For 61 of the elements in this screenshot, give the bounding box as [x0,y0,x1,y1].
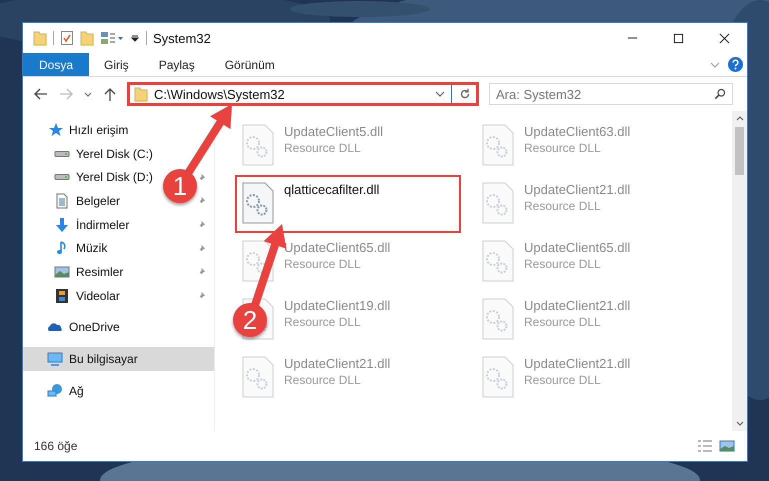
maximize-icon [672,32,684,44]
file-type: Resource DLL [284,315,362,329]
file-type: Resource DLL [524,199,602,213]
sidebar-item[interactable]: Hızlı erişim [47,118,128,142]
ribbon-tab[interactable]: Görünüm [210,53,290,76]
sidebar-item[interactable]: Yerel Disk (C:) [54,142,153,166]
file-type: Resource DLL [524,257,602,271]
ribbon-tab[interactable]: Dosya [23,53,90,76]
dropdown-icon[interactable] [435,89,445,99]
image-icon [54,264,70,280]
sidebar-item[interactable]: Resimler [54,260,124,284]
sidebar-item[interactable]: OneDrive [47,316,120,340]
sidebar-item[interactable]: Ağ [47,378,84,403]
file-type: Resource DLL [524,315,602,329]
search-field[interactable]: Ara: System32 [489,83,733,105]
gear-file-icon [242,356,274,398]
file-type: Resource DLL [284,257,362,271]
sidebar-item[interactable]: Müzik [54,236,108,260]
gear-file-icon [482,240,514,282]
help-icon[interactable] [728,57,743,72]
scroll-thumb[interactable] [735,127,744,175]
sidebar-item[interactable]: İndirmeler [54,212,130,236]
address-bar[interactable]: C:\Windows\System32 [127,82,479,106]
address-path: C:\Windows\System32 [154,86,286,102]
sidebar-item[interactable]: Videolar [54,284,120,308]
view-options-icon[interactable] [100,30,124,46]
window-title: System32 [153,30,211,46]
sidebar-item[interactable]: Belgeler [54,189,120,213]
ribbon-tab[interactable]: Paylaş [144,53,210,76]
refresh-icon[interactable] [458,87,472,101]
search-icon [714,88,726,100]
file-type: Resource DLL [284,373,362,387]
minimize-icon [626,37,638,39]
network-icon [47,382,63,399]
up-arrow-icon[interactable] [102,86,118,102]
item-count: 166 öğe [34,439,78,453]
folder-icon [134,86,148,102]
large-icons-view-icon[interactable] [719,438,735,454]
gear-file-icon [242,124,274,166]
gear-file-icon [482,298,514,340]
file-name[interactable]: qlatticecafilter.dll [284,182,380,197]
file-type: Resource DLL [284,141,362,155]
details-view-icon[interactable] [697,438,713,454]
document-icon [54,192,70,209]
sidebar-item[interactable]: Yerel Disk (D:) [54,165,153,190]
gear-file-icon [242,182,274,224]
expand-ribbon-icon[interactable] [710,60,720,70]
download-arrow-icon [54,216,70,233]
gear-file-icon [482,182,514,224]
star-icon [47,122,63,138]
file-type: Resource DLL [524,141,602,155]
ribbon-tab[interactable]: Giriş [89,53,144,76]
properties-icon[interactable] [60,30,74,46]
monitor-icon [47,351,63,368]
gear-file-icon [482,356,514,398]
film-strip-icon [54,288,70,304]
back-arrow-icon[interactable] [33,86,49,102]
file-type: Resource DLL [524,373,602,387]
gear-file-icon [482,124,514,166]
close-icon [718,32,730,44]
scrollbar[interactable] [732,111,747,431]
